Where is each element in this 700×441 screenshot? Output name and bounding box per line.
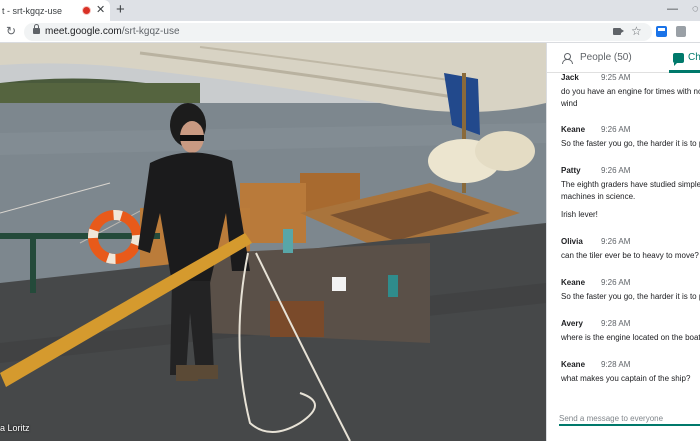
address-bar[interactable]: meet.google.com/srt-kgqz-use ☆ bbox=[24, 23, 652, 41]
chat-message: Keane 9:26 AM So the faster you go, the h… bbox=[561, 125, 700, 150]
tab-people-label: People (50) bbox=[580, 52, 632, 63]
message-time: 9:28 AM bbox=[601, 319, 631, 328]
browser-toolbar: ↻ meet.google.com/srt-kgqz-use ☆ bbox=[0, 21, 700, 43]
people-icon bbox=[562, 52, 575, 64]
lock-icon[interactable] bbox=[33, 24, 40, 34]
tab-people[interactable]: People (50) bbox=[562, 52, 632, 64]
chat-message: Olivia 9:26 AM can the tiler ever be to h… bbox=[561, 237, 700, 262]
message-sender: Keane bbox=[561, 278, 586, 287]
message-time: 9:25 AM bbox=[601, 73, 631, 82]
close-tab-icon[interactable]: ✕ bbox=[96, 3, 105, 17]
browser-tab-strip: t - srt-kgqz-use ✕ + — ◌ bbox=[0, 0, 700, 21]
reload-icon[interactable]: ↻ bbox=[6, 24, 16, 38]
extension-icon[interactable] bbox=[656, 26, 667, 37]
chat-icon bbox=[673, 52, 684, 66]
url-host: meet.google.com bbox=[45, 26, 122, 37]
message-sender: Olivia bbox=[561, 237, 583, 246]
message-text: machines in science. bbox=[561, 192, 636, 201]
tab-chat[interactable]: Chat bbox=[673, 52, 700, 66]
message-text: Irish lever! bbox=[561, 210, 598, 219]
camera-in-use-icon[interactable] bbox=[613, 28, 624, 35]
panel-tabs: People (50) Chat bbox=[547, 43, 700, 73]
message-sender: Patty bbox=[561, 166, 581, 175]
recording-indicator-icon bbox=[82, 6, 91, 15]
message-sender: Keane bbox=[561, 360, 586, 369]
tab-title: t - srt-kgqz-use bbox=[2, 5, 63, 16]
chat-message: Patty 9:26 AM The eighth graders have stu… bbox=[561, 166, 700, 221]
extension-clipboard-icon[interactable] bbox=[676, 26, 686, 37]
chat-message: Keane 9:26 AM So the faster you go, the h… bbox=[561, 278, 700, 303]
message-time: 9:28 AM bbox=[601, 360, 631, 369]
video-frame-image bbox=[0, 43, 546, 441]
message-sender: Avery bbox=[561, 319, 583, 328]
chat-message: Avery 9:28 AM where is the engine located… bbox=[561, 319, 700, 344]
message-time: 9:26 AM bbox=[601, 278, 631, 287]
url-text[interactable]: meet.google.com/srt-kgqz-use bbox=[45, 26, 180, 37]
message-sender: Keane bbox=[561, 125, 586, 134]
new-tab-button[interactable]: + bbox=[116, 1, 125, 19]
message-text: So the faster you go, the harder it is t… bbox=[561, 292, 700, 301]
chat-input-container bbox=[559, 408, 700, 426]
message-text: The eighth graders have studied simple bbox=[561, 180, 700, 189]
chat-message: Jack 9:25 AM do you have an engine for ti… bbox=[561, 73, 700, 110]
meeting-side-panel: People (50) Chat Jack 9:25 AM do you have… bbox=[546, 43, 700, 441]
message-text: can the tiler ever be to heavy to move? bbox=[561, 251, 699, 260]
message-text: what makes you captain of the ship? bbox=[561, 374, 691, 383]
chat-message-input[interactable] bbox=[559, 409, 700, 423]
window-control-icon[interactable]: ◌ bbox=[692, 3, 699, 15]
message-text: So the faster you go, the harder it is t… bbox=[561, 139, 700, 148]
participant-video[interactable]: a Loritz bbox=[0, 43, 546, 441]
message-time: 9:26 AM bbox=[601, 166, 631, 175]
participant-name-label: a Loritz bbox=[0, 423, 30, 433]
url-path: /srt-kgqz-use bbox=[121, 26, 180, 37]
message-text: wind bbox=[561, 99, 578, 108]
message-text: do you have an engine for times with no bbox=[561, 87, 700, 96]
message-time: 9:26 AM bbox=[601, 125, 631, 134]
tab-chat-label: Chat bbox=[688, 52, 700, 63]
browser-tab-meet[interactable]: t - srt-kgqz-use ✕ bbox=[0, 0, 110, 21]
message-time: 9:26 AM bbox=[601, 237, 631, 246]
message-text: where is the engine located on the boat? bbox=[561, 333, 700, 342]
message-sender: Jack bbox=[561, 73, 579, 82]
window-minimize-button[interactable]: — bbox=[667, 3, 678, 15]
chat-message: Keane 9:28 AM what makes you captain of t… bbox=[561, 360, 700, 385]
bookmark-star-icon[interactable]: ☆ bbox=[631, 24, 642, 38]
